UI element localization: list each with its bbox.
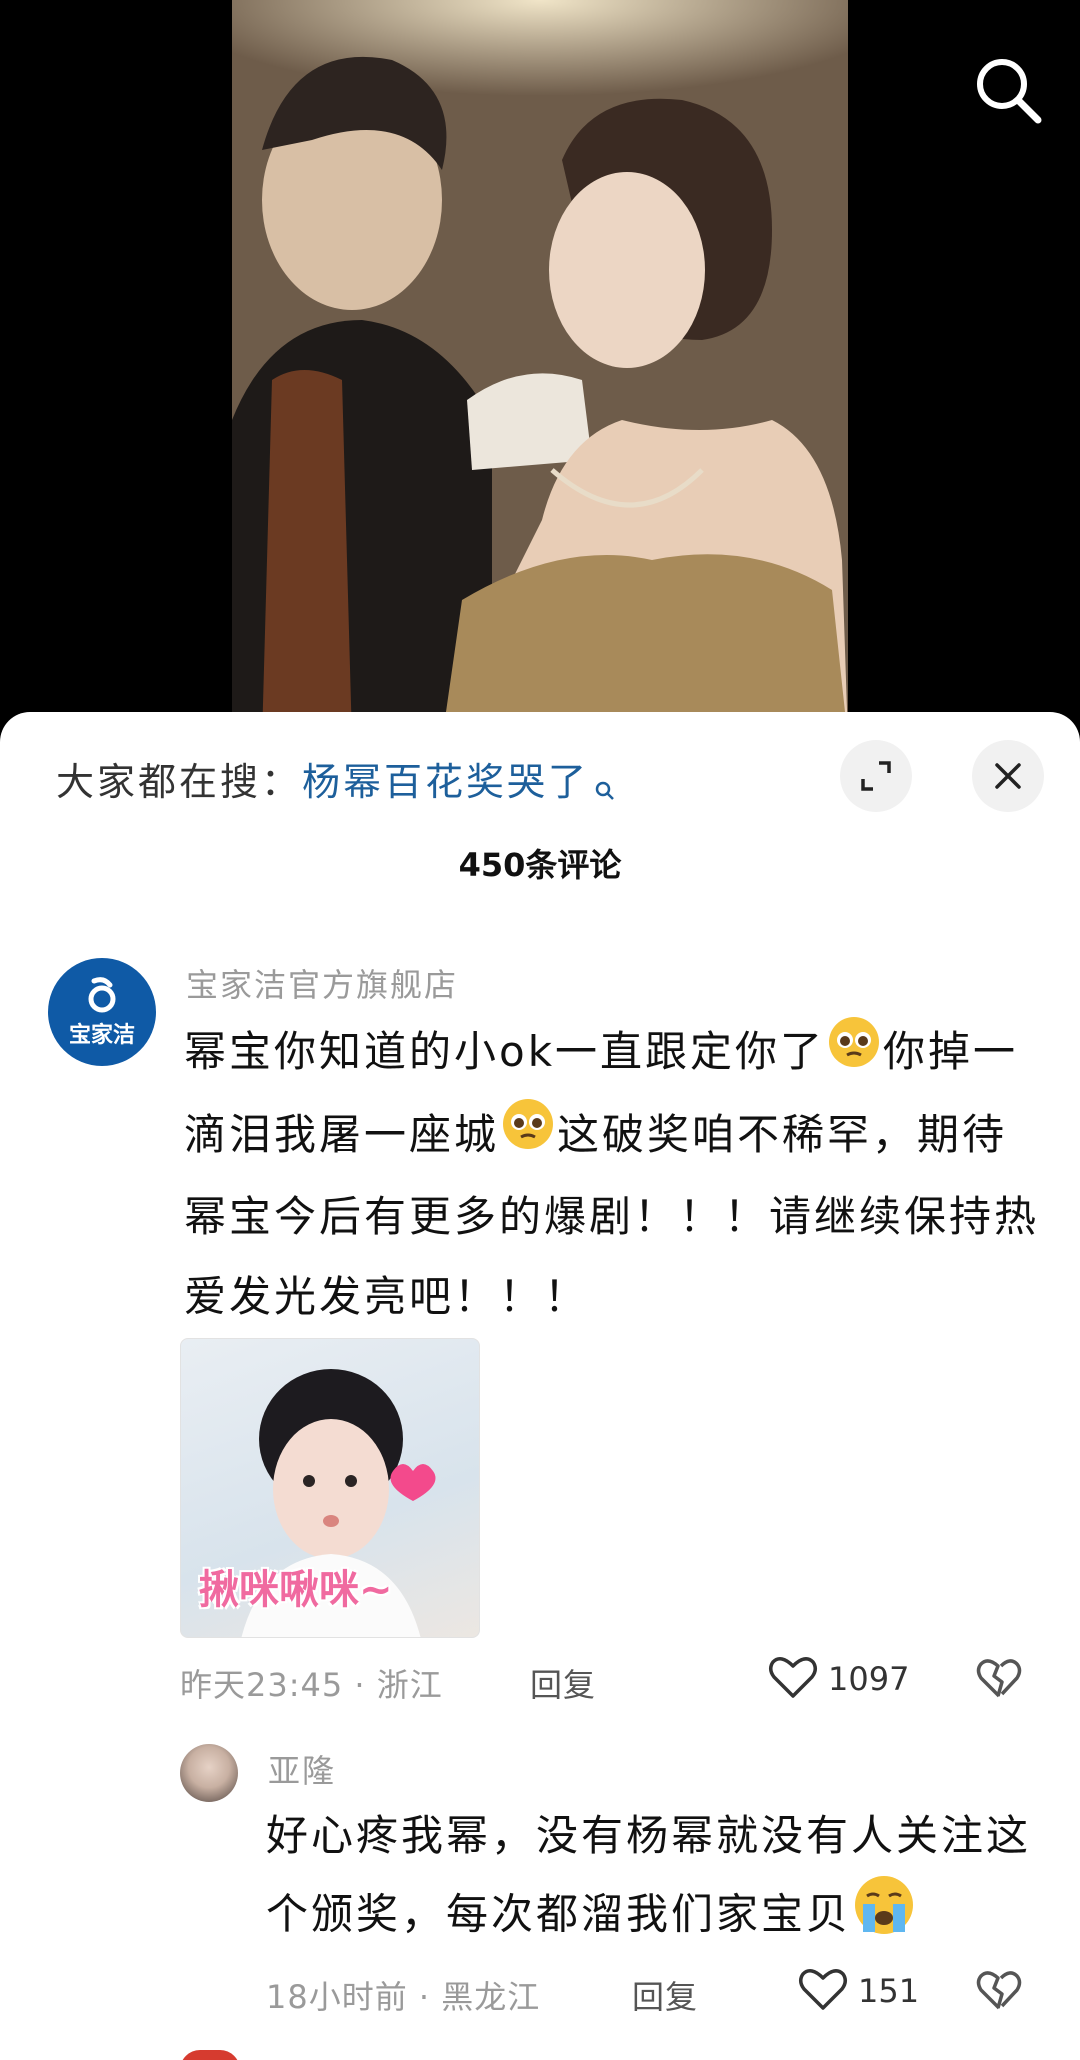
crying-face-emoji <box>853 1874 915 1960</box>
next-comment-avatar <box>180 2050 240 2060</box>
sticker-caption: 揪咪啾咪~ <box>199 1567 393 1613</box>
comment-author[interactable]: 宝家洁官方旗舰店 <box>186 960 458 1006</box>
like-count: 151 <box>858 1972 920 2010</box>
pleading-face-emoji <box>501 1097 555 1177</box>
video-frame-image <box>232 0 848 740</box>
expand-icon <box>861 761 891 791</box>
heart-outline-icon <box>769 1657 817 1698</box>
search-suggestion[interactable]: 大家都在搜：杨幂百花奖哭了 <box>56 752 615 818</box>
avatar[interactable]: 宝家洁 <box>48 958 156 1066</box>
like-count: 1097 <box>828 1660 910 1698</box>
like-button[interactable] <box>768 1654 818 1704</box>
comment-author[interactable]: 亚隆 <box>268 1746 336 1792</box>
reply-button[interactable]: 回复 <box>530 1660 596 1706</box>
broken-heart-icon <box>976 1971 1022 2010</box>
close-button[interactable] <box>972 740 1044 812</box>
comment-text: 好心疼我幂，没有杨幂就没有人关注这个颁奖，每次都溜我们家宝贝 <box>266 1798 1046 1960</box>
search-button[interactable] <box>970 52 1046 128</box>
comment-text-part: 幂宝你知道的小ok一直跟定你了 <box>184 1027 826 1076</box>
comments-sheet: 大家都在搜：杨幂百花奖哭了 450条评论 宝家洁 宝家洁官方旗舰店 幂宝你知道的… <box>0 712 1080 2060</box>
comment-sticker-image[interactable]: 揪咪啾咪~ <box>180 1338 480 1638</box>
avatar[interactable] <box>180 1744 238 1802</box>
video-player[interactable] <box>0 0 1080 740</box>
search-suggestion-term[interactable]: 杨幂百花奖哭了 <box>302 760 589 804</box>
search-icon <box>977 59 1042 124</box>
comment-time-location: 18小时前 · 黑龙江 <box>266 1978 541 2016</box>
comment-text-part: 好心疼我幂，没有杨幂就没有人关注这个颁奖，每次都溜我们家宝贝 <box>266 1811 1032 1939</box>
expand-button[interactable] <box>840 740 912 812</box>
comment-time-location: 昨天23:45 · 浙江 <box>180 1666 443 1704</box>
brand-logo-icon <box>88 977 116 1013</box>
pleading-face-emoji <box>827 1015 881 1095</box>
dislike-button[interactable] <box>976 1656 1022 1704</box>
reply-button[interactable]: 回复 <box>632 1972 698 2018</box>
dislike-button[interactable] <box>976 1968 1022 2016</box>
comment-text: 幂宝你知道的小ok一直跟定你了 你掉一滴泪我屠一座城 这破奖咱不稀罕，期待幂宝今后有… <box>184 1012 1044 1337</box>
avatar-brand-text: 宝家洁 <box>68 1023 135 1048</box>
small-search-icon <box>595 758 615 818</box>
broken-heart-icon <box>976 1659 1022 1698</box>
close-icon <box>995 763 1021 789</box>
search-suggestion-prefix: 大家都在搜： <box>56 760 303 804</box>
heart-outline-icon <box>799 1969 847 2010</box>
like-button[interactable] <box>798 1966 848 2016</box>
comment-count: 450条评论 <box>458 846 622 884</box>
